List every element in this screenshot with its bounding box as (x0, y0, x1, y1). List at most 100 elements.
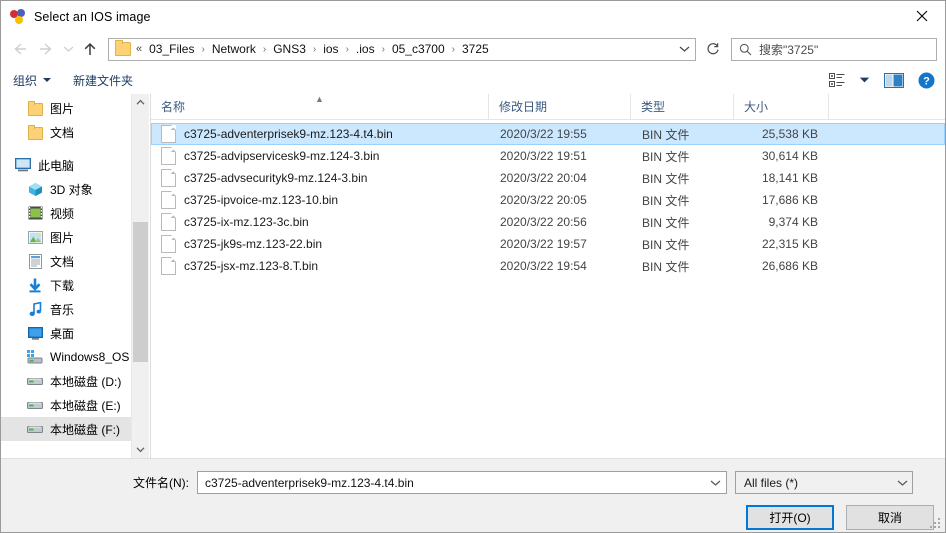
table-row[interactable]: c3725-advipservicesk9-mz.124-3.bin 2020/3… (151, 145, 945, 167)
breadcrumb-item[interactable]: 05_c3700 (389, 40, 448, 58)
table-row[interactable]: c3725-ix-mz.123-3c.bin 2020/3/22 20:56 BIN… (151, 211, 945, 233)
sidebar-item-label: 3D 对象 (50, 182, 93, 197)
column-header-size[interactable]: 大小 (734, 94, 829, 119)
close-button[interactable] (899, 1, 945, 31)
sidebar-item-11[interactable]: Windows8_OS (1, 345, 131, 369)
sidebar-item-13[interactable]: 本地磁盘 (E:) (1, 393, 131, 417)
filename-dropdown-button[interactable] (705, 472, 726, 493)
recent-locations-button[interactable] (59, 36, 77, 62)
column-header-label: 类型 (641, 100, 666, 114)
breadcrumb-separator-icon[interactable]: › (259, 44, 270, 55)
sidebar-item-label: 下载 (50, 278, 75, 293)
file-name-cell: c3725-advipservicesk9-mz.124-3.bin (152, 147, 490, 165)
breadcrumb-separator-icon[interactable]: › (309, 44, 320, 55)
sidebar-item-0[interactable]: 图片 (1, 96, 131, 120)
chevron-down-icon (859, 77, 870, 83)
breadcrumb-dropdown-button[interactable] (673, 39, 695, 60)
column-header-name[interactable]: ▲ 名称 (151, 94, 489, 119)
file-name: c3725-adventerprisek9-mz.123-4.t4.bin (184, 127, 393, 141)
view-options-button[interactable] (829, 73, 845, 87)
help-button[interactable]: ? (918, 72, 935, 89)
file-type-cell: BIN 文件 (642, 149, 690, 164)
new-folder-button[interactable]: 新建文件夹 (73, 72, 133, 89)
file-open-dialog: Select an IOS image « 03_Files › Network… (0, 0, 946, 533)
svg-text:?: ? (923, 75, 930, 87)
back-button[interactable] (7, 36, 33, 62)
breadcrumb-item[interactable]: ios (320, 40, 341, 58)
breadcrumb-separator-icon[interactable]: › (448, 44, 459, 55)
refresh-button[interactable] (701, 38, 725, 61)
preview-pane-icon (884, 72, 904, 88)
table-row[interactable]: c3725-jsx-mz.123-8.T.bin 2020/3/22 19:54 B… (151, 255, 945, 277)
sidebar-item-6[interactable]: 图片 (1, 225, 131, 249)
file-name-cell: c3725-advsecurityk9-mz.124-3.bin (152, 169, 490, 187)
file-date-cell: 2020/3/22 20:56 (500, 215, 587, 229)
desktop-icon (27, 325, 43, 341)
column-header-date[interactable]: 修改日期 (489, 94, 631, 119)
file-date-cell: 2020/3/22 19:51 (500, 149, 587, 163)
drive-icon (27, 397, 43, 413)
sidebar-scrollbar[interactable] (131, 94, 149, 458)
open-button[interactable]: 打开(O) (746, 505, 834, 530)
breadcrumb-item[interactable]: GNS3 (270, 40, 309, 58)
breadcrumb-overflow[interactable]: « (136, 43, 142, 55)
chevron-up-icon (136, 99, 145, 105)
sidebar-item-10[interactable]: 桌面 (1, 321, 131, 345)
file-date-cell: 2020/3/22 20:05 (500, 193, 587, 207)
file-name-cell: c3725-jsx-mz.123-8.T.bin (152, 257, 490, 275)
organize-button[interactable]: 组织 (13, 72, 52, 89)
dialog-buttons: 打开(O) 取消 (1, 494, 945, 530)
sidebar-item-1[interactable]: 文档 (1, 120, 131, 144)
file-icon (161, 257, 176, 275)
breadcrumb-item[interactable]: 3725 (459, 40, 492, 58)
file-icon (161, 125, 176, 143)
column-headers: ▲ 名称 修改日期 类型 大小 (151, 94, 945, 120)
sidebar-item-14[interactable]: 本地磁盘 (F:) (1, 417, 131, 441)
resize-grip[interactable] (930, 518, 942, 530)
breadcrumb-item[interactable]: 03_Files (146, 40, 197, 58)
sidebar-item-label: 本地磁盘 (D:) (50, 374, 122, 389)
sidebar-item-4[interactable]: 3D 对象 (1, 177, 131, 201)
file-date-cell: 2020/3/22 20:04 (500, 171, 587, 185)
breadcrumb-separator-icon[interactable]: › (342, 44, 353, 55)
file-type-filter[interactable]: All files (*) (735, 471, 913, 494)
window-title: Select an IOS image (34, 9, 151, 24)
cancel-button[interactable]: 取消 (846, 505, 934, 530)
search-input[interactable]: 搜索"3725" (759, 41, 818, 58)
forward-button[interactable] (33, 36, 59, 62)
file-name-cell: c3725-ipvoice-mz.123-10.bin (152, 191, 490, 209)
filename-input[interactable]: c3725-adventerprisek9-mz.123-4.t4.bin (197, 471, 727, 494)
up-button[interactable] (77, 36, 103, 62)
breadcrumb-separator-icon[interactable]: › (197, 44, 208, 55)
file-type-filter-dropdown[interactable] (897, 472, 908, 493)
scroll-down-button[interactable] (132, 441, 149, 458)
sidebar-item-8[interactable]: 下载 (1, 273, 131, 297)
arrow-up-icon (84, 42, 96, 55)
organize-label: 组织 (13, 73, 38, 88)
sidebar-item-9[interactable]: 音乐 (1, 297, 131, 321)
command-toolbar: 组织 新建文件夹 ? (1, 66, 945, 94)
view-options-caret[interactable] (859, 76, 870, 84)
search-box[interactable]: 搜索"3725" (731, 37, 937, 61)
table-row[interactable]: c3725-ipvoice-mz.123-10.bin 2020/3/22 20:… (151, 189, 945, 211)
breadcrumb-item[interactable]: Network (209, 40, 259, 58)
table-row[interactable]: c3725-advsecurityk9-mz.124-3.bin 2020/3/2… (151, 167, 945, 189)
scrollbar-thumb[interactable] (133, 222, 148, 362)
table-row[interactable]: c3725-adventerprisek9-mz.123-4.t4.bin 202… (151, 123, 945, 145)
sidebar-item-3[interactable]: 此电脑 (1, 153, 131, 177)
file-type-cell: BIN 文件 (642, 259, 690, 274)
breadcrumb-bar[interactable]: « 03_Files › Network › GNS3 › ios › .ios… (108, 37, 696, 61)
drive-icon (27, 373, 43, 389)
preview-pane-button[interactable] (884, 72, 904, 88)
column-header-type[interactable]: 类型 (631, 94, 734, 119)
arrow-left-icon (14, 43, 26, 55)
table-row[interactable]: c3725-jk9s-mz.123-22.bin 2020/3/22 19:57 B… (151, 233, 945, 255)
sidebar-item-5[interactable]: 视频 (1, 201, 131, 225)
sidebar-item-7[interactable]: 文档 (1, 249, 131, 273)
music-icon (27, 301, 43, 317)
breadcrumb-separator-icon[interactable]: › (378, 44, 389, 55)
sidebar-item-12[interactable]: 本地磁盘 (D:) (1, 369, 131, 393)
breadcrumb-item[interactable]: .ios (353, 40, 378, 58)
scroll-up-button[interactable] (132, 94, 149, 111)
